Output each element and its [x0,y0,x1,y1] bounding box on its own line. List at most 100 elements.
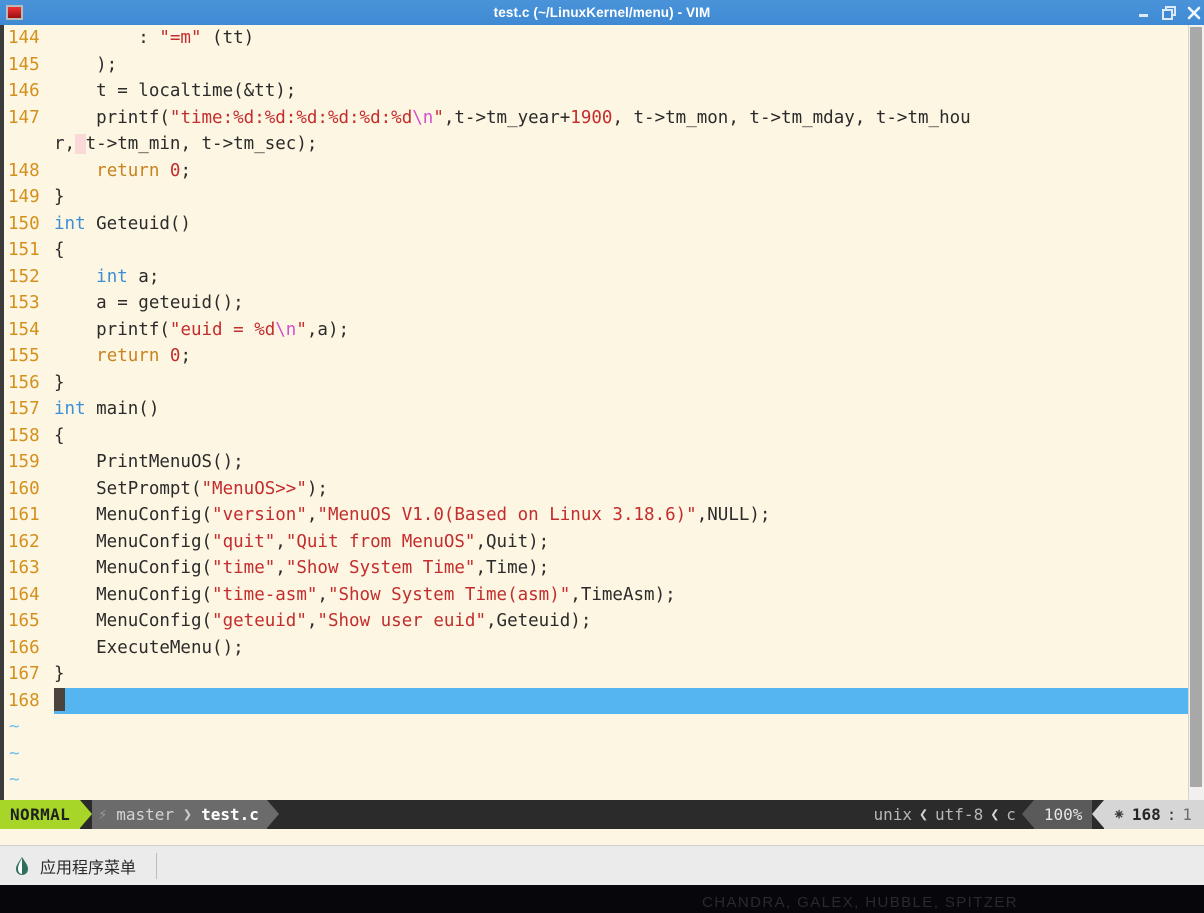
code-token: "time" [212,558,275,578]
code-token: } [54,187,65,207]
code-line[interactable]: 157int main() [4,396,1204,423]
line-number: 163 [4,555,54,582]
line-number: 154 [4,317,54,344]
position-colon: : [1167,800,1177,829]
line-number: 147 [4,105,54,132]
code-token: int [96,267,128,287]
code-token: , t->tm_mon, t->tm_mday, t->tm_hou [612,108,970,128]
code-token: } [54,373,65,393]
code-token: ,t->tm_year+ [444,108,570,128]
breadcrumb-separator-icon: ❯ [183,800,192,829]
code-text: int main() [54,396,1204,423]
code-text: return 0; [54,158,1204,185]
cursor-column: 1 [1182,800,1192,829]
empty-line-marker: ~ [4,794,1204,801]
minimize-icon[interactable] [1136,5,1152,21]
close-icon[interactable] [1186,5,1202,21]
application-menu-label: 应用程序菜单 [40,854,136,878]
scrollbar-thumb[interactable] [1190,27,1202,787]
code-text: { [54,237,1204,264]
code-text: } [54,184,1204,211]
line-number: 161 [4,502,54,529]
window-controls [1136,5,1202,21]
status-file-name: test.c [201,800,259,829]
code-line[interactable]: 146 t = localtime(&tt); [4,78,1204,105]
code-line[interactable]: 165 MenuConfig("geteuid","Show user euid… [4,608,1204,635]
code-token: ExecuteMenu(); [54,638,244,658]
line-number: 155 [4,343,54,370]
code-line[interactable]: 149} [4,184,1204,211]
code-line[interactable]: 154 printf("euid = %d\n",a); [4,317,1204,344]
code-token: MenuConfig( [54,532,212,552]
code-line[interactable]: 159 PrintMenuOS(); [4,449,1204,476]
code-token: , [307,611,318,631]
code-text: t = localtime(&tt); [54,78,1204,105]
code-line[interactable]: 152 int a; [4,264,1204,291]
code-token: , [317,585,328,605]
code-line[interactable]: 150int Geteuid() [4,211,1204,238]
code-token: SetPrompt( [54,479,202,499]
code-token: { [54,426,65,446]
status-file-info: unix ❮ utf-8 ❮ c [865,800,1021,829]
line-number: 156 [4,370,54,397]
code-line[interactable]: 166 ExecuteMenu(); [4,635,1204,662]
code-text: r, t->tm_min, t->tm_sec); [54,131,1204,158]
code-line[interactable]: 161 MenuConfig("version","MenuOS V1.0(Ba… [4,502,1204,529]
code-line[interactable]: 164 MenuConfig("time-asm","Show System T… [4,582,1204,609]
code-token: MenuConfig( [54,505,212,525]
code-text: ); [54,52,1204,79]
code-line[interactable]: 145 ); [4,52,1204,79]
code-token: a = geteuid(); [54,293,244,313]
window-bottom-padding [0,829,1204,845]
code-text: ExecuteMenu(); [54,635,1204,662]
maximize-icon[interactable] [1161,5,1177,21]
line-number: 166 [4,635,54,662]
code-token: \n [275,320,296,340]
vim-window: test.c (~/LinuxKernel/menu) - VIM [0,0,1204,845]
taskbar-window-list[interactable] [157,846,1204,885]
code-line-current[interactable]: 168 [4,688,1204,715]
code-text: MenuConfig("time-asm","Show System Time(… [54,582,1204,609]
code-line[interactable]: 158{ [4,423,1204,450]
editor-buffer[interactable]: 144 : "=m" (tt)145 );146 t = localtime(&… [0,25,1204,800]
window-title: test.c (~/LinuxKernel/menu) - VIM [0,5,1204,20]
code-line[interactable]: 155 return 0; [4,343,1204,370]
code-line[interactable]: 163 MenuConfig("time","Show System Time"… [4,555,1204,582]
window-title-bar[interactable]: test.c (~/LinuxKernel/menu) - VIM [0,0,1204,25]
code-token: MenuConfig( [54,611,212,631]
code-line[interactable]: 151{ [4,237,1204,264]
code-line[interactable]: 147 printf("time:%d:%d:%d:%d:%d:%d\n",t-… [4,105,1204,132]
code-token: "Show user euid" [317,611,486,631]
code-line[interactable]: 167} [4,661,1204,688]
code-line[interactable]: 162 MenuConfig("quit","Quit from MenuOS"… [4,529,1204,556]
code-token: main() [86,399,160,419]
code-token: t = localtime(&tt); [54,81,296,101]
code-line[interactable]: 160 SetPrompt("MenuOS>>"); [4,476,1204,503]
code-text: printf("time:%d:%d:%d:%d:%d:%d\n",t->tm_… [54,105,1204,132]
code-token: "Show System Time" [286,558,476,578]
line-number-icon: ⁕ [1112,800,1125,829]
code-line[interactable]: 156} [4,370,1204,397]
code-text: a = geteuid(); [54,290,1204,317]
code-text: printf("euid = %d\n",a); [54,317,1204,344]
code-token: { [54,240,65,260]
code-line[interactable]: 144 : "=m" (tt) [4,25,1204,52]
code-token: ); [54,55,117,75]
vertical-scrollbar[interactable] [1188,25,1204,800]
code-line[interactable]: 148 return 0; [4,158,1204,185]
application-menu-button[interactable]: 应用程序菜单 [0,846,150,885]
code-token: ; [180,161,191,181]
branch-separator-arrow-icon [267,800,279,828]
tilde-icon: ~ [4,794,54,801]
git-branch-icon: ⚡ [98,800,107,829]
line-number: 149 [4,184,54,211]
code-line[interactable]: 153 a = geteuid(); [4,290,1204,317]
status-branch-section[interactable]: ⚡ master ❯ test.c [92,800,267,829]
code-line[interactable]: r, t->tm_min, t->tm_sec); [4,131,1204,158]
code-token: "MenuOS>>" [202,479,307,499]
code-text: return 0; [54,343,1204,370]
tilde-icon: ~ [4,741,54,768]
line-number: 165 [4,608,54,635]
code-token: " [433,108,444,128]
status-bar: NORMAL ⚡ master ❯ test.c unix ❮ utf-8 ❮ … [0,800,1204,829]
